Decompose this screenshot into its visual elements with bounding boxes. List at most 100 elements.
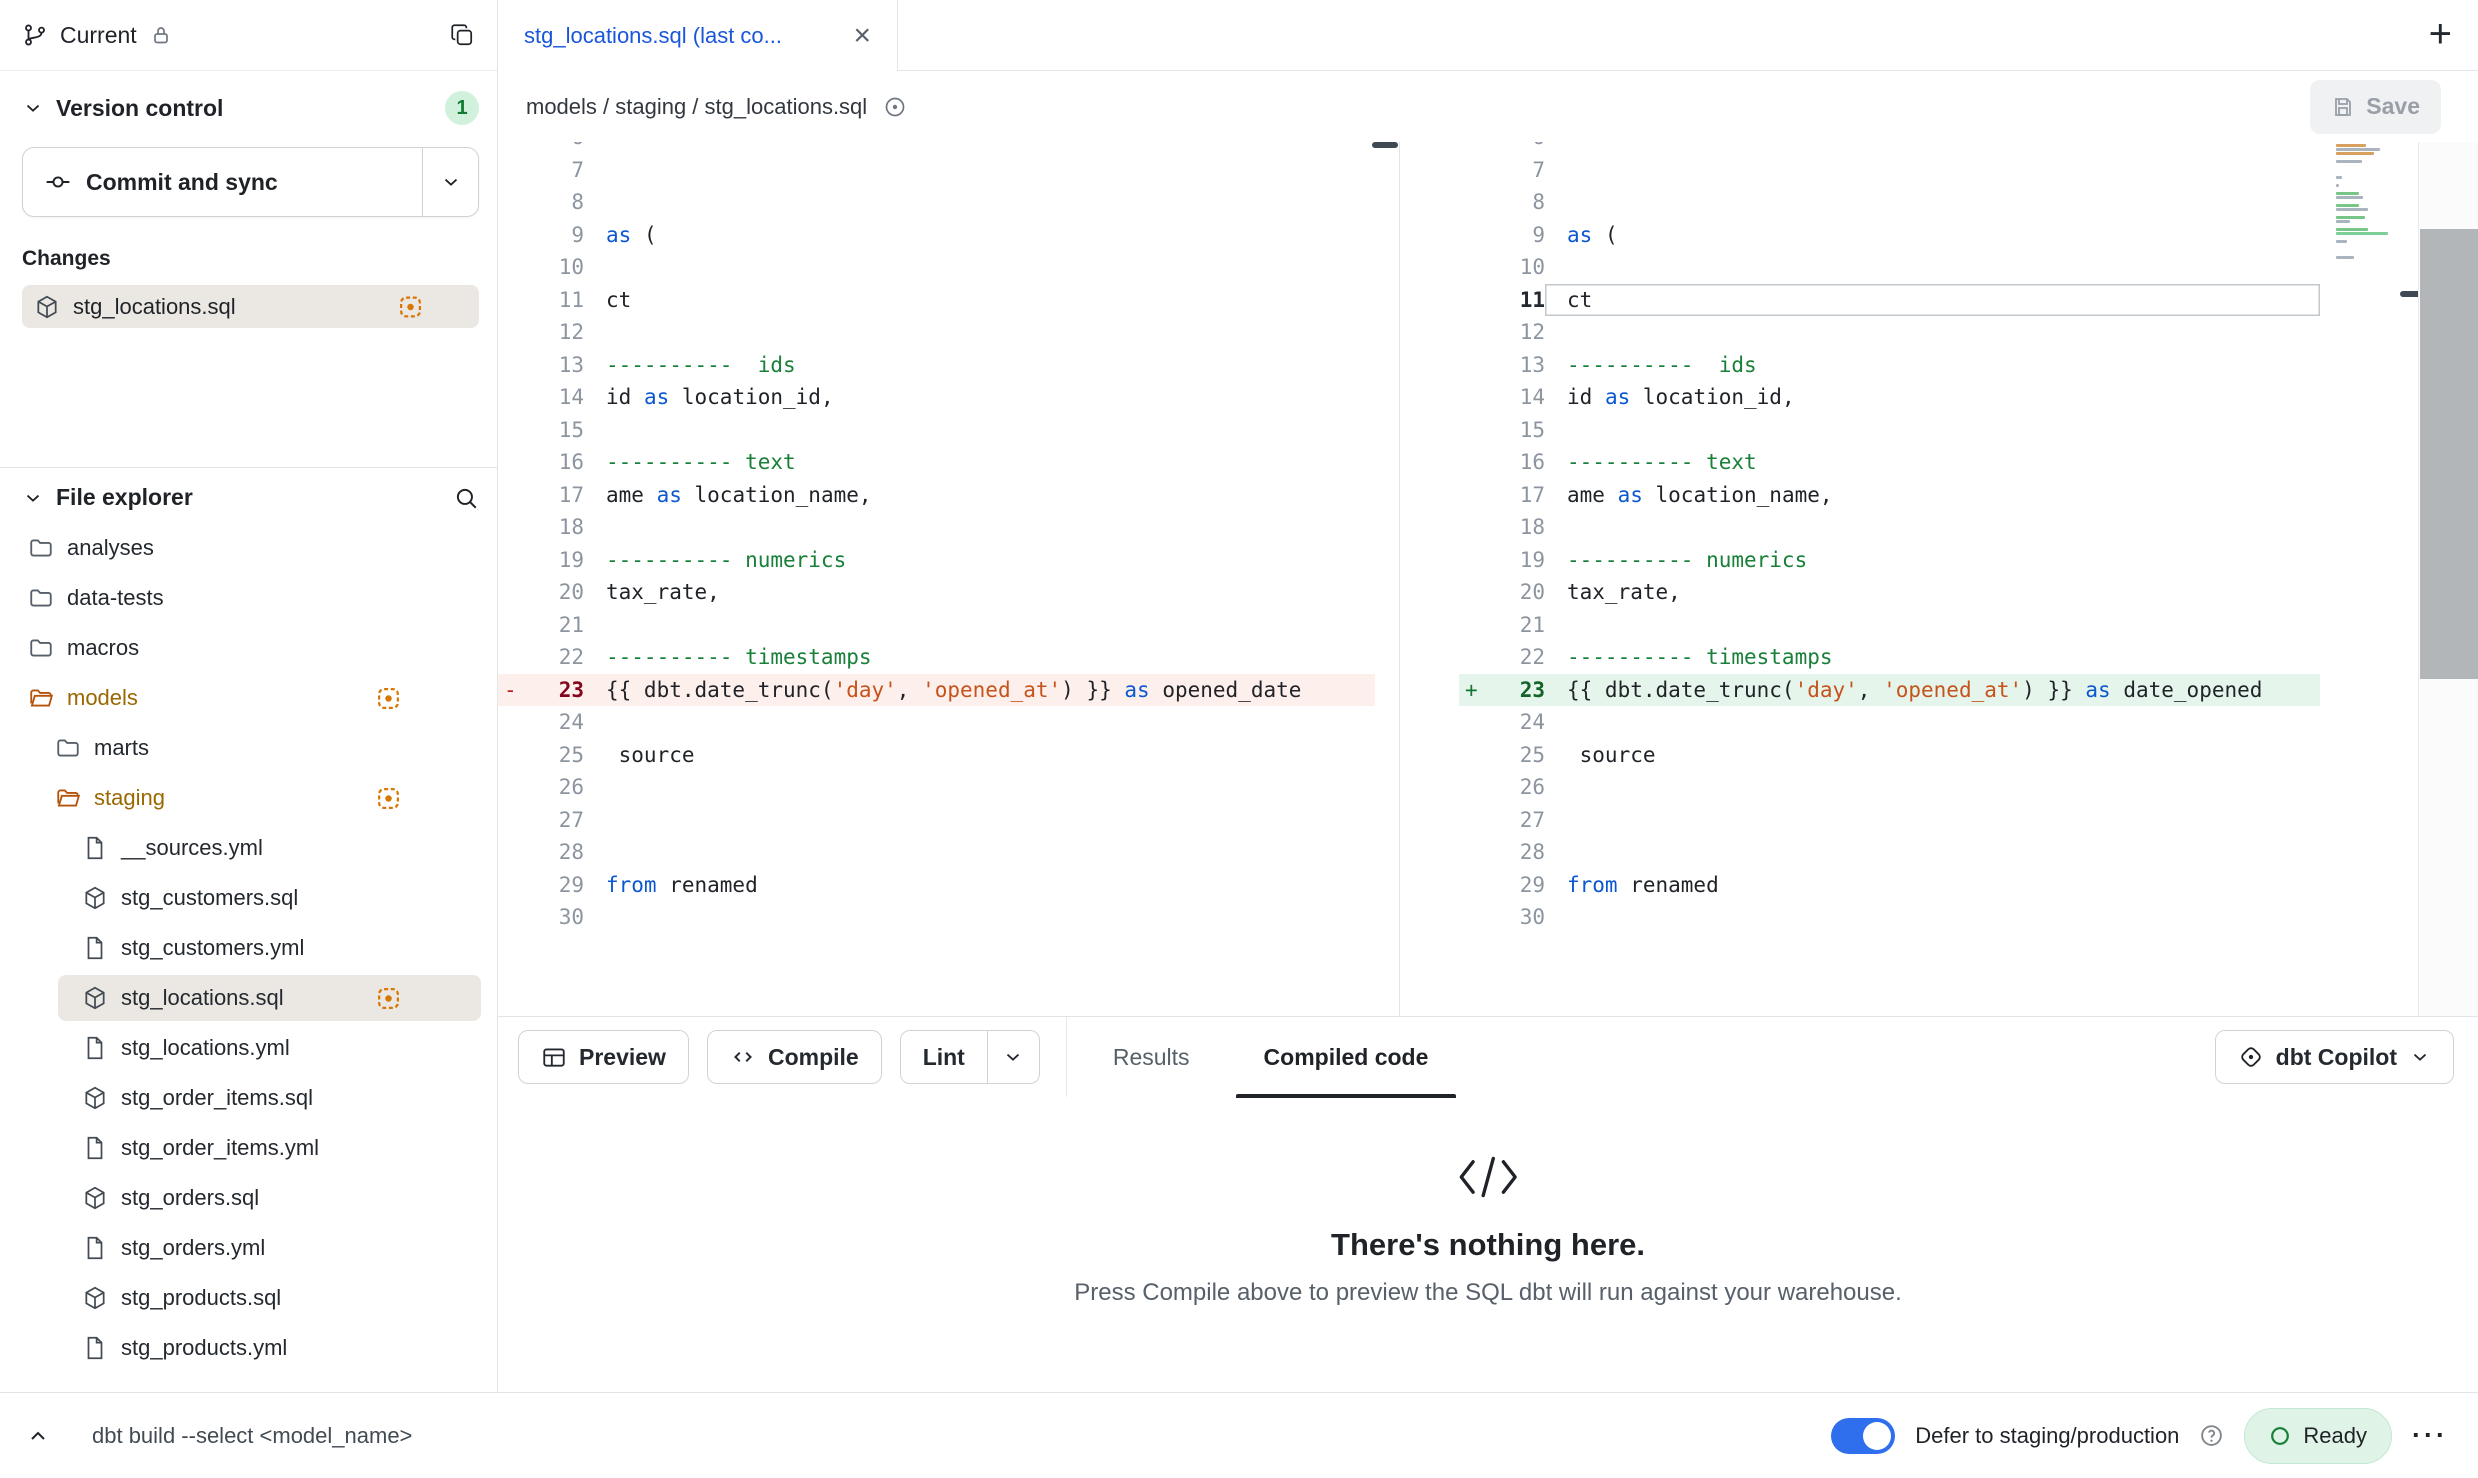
line-number: 14	[524, 385, 584, 409]
tree-item-label: stg_products.sql	[121, 1285, 281, 1311]
modified-code-lines: 6789as (1011ct1213---------- ids14id as …	[1399, 142, 2320, 934]
pane-resize-handle[interactable]	[1372, 142, 1398, 148]
tab-compiled-code[interactable]: Compiled code	[1236, 1017, 1457, 1098]
new-tab-button[interactable]: +	[2429, 10, 2452, 58]
lint-label: Lint	[923, 1044, 965, 1071]
code-line-15: 15	[1459, 414, 2320, 447]
command-input[interactable]: dbt build --select <model_name>	[92, 1423, 412, 1449]
line-number: 10	[1485, 255, 1545, 279]
code-line-11: 11ct	[498, 284, 1375, 317]
empty-state: There's nothing here. Press Compile abov…	[1074, 1153, 1902, 1307]
close-icon[interactable]: ×	[853, 21, 871, 51]
code-line-19: 19---------- numerics	[498, 544, 1375, 577]
tree-item-data-tests[interactable]: data-tests	[0, 573, 497, 623]
code-line-14: 14id as location_id,	[1459, 381, 2320, 414]
help-icon[interactable]	[2199, 1423, 2224, 1448]
diff-pane-modified[interactable]: 6789as (1011ct1213---------- ids14id as …	[1399, 142, 2320, 1016]
minimap[interactable]	[2336, 144, 2394, 264]
tree-item-staging[interactable]: staging	[0, 773, 497, 823]
line-number: 21	[1485, 613, 1545, 637]
line-text: ---------- ids	[584, 349, 1375, 382]
tree-item-stg_order_items.yml[interactable]: stg_order_items.yml	[0, 1123, 497, 1173]
overflow-menu-icon[interactable]: ···	[2412, 1420, 2448, 1451]
line-number: 22	[1485, 645, 1545, 669]
search-icon[interactable]	[453, 485, 479, 511]
line-text: source	[584, 739, 1375, 772]
tree-item-stg_products.yml[interactable]: stg_products.yml	[0, 1323, 497, 1373]
line-number: 22	[524, 645, 584, 669]
tree-item-marts[interactable]: marts	[0, 723, 497, 773]
code-line-17: 17ame as location_name,	[1459, 479, 2320, 512]
save-button[interactable]: Save	[2310, 80, 2441, 134]
line-text	[584, 511, 1375, 544]
file-explorer-header[interactable]: File explorer	[0, 484, 497, 511]
tab-stg-locations[interactable]: stg_locations.sql (last co... ×	[498, 0, 898, 71]
ready-status-badge[interactable]: Ready	[2244, 1408, 2392, 1464]
version-control-header[interactable]: Version control 1	[22, 91, 479, 125]
code-line-25: 25 source	[498, 739, 1375, 772]
branch-selector[interactable]: Current	[22, 22, 173, 49]
code-line-7: 7	[1459, 154, 2320, 187]
line-text: id as location_id,	[1545, 381, 2320, 414]
lint-options-caret[interactable]	[988, 1030, 1040, 1084]
tree-item-stg_customers.yml[interactable]: stg_customers.yml	[0, 923, 497, 973]
compile-button[interactable]: Compile	[707, 1030, 882, 1084]
tree-item-__sources.yml[interactable]: __sources.yml	[0, 823, 497, 873]
tree-item-stg_orders.sql[interactable]: stg_orders.sql	[0, 1173, 497, 1223]
chevron-up-icon[interactable]	[26, 1424, 50, 1448]
empty-state-subtitle: Press Compile above to preview the SQL d…	[1074, 1279, 1902, 1307]
code-line-8: 8	[1459, 186, 2320, 219]
line-number: 25	[524, 743, 584, 767]
code-line-12: 12	[1459, 316, 2320, 349]
line-text: {{ dbt.date_trunc('day', 'opened_at') }}…	[584, 674, 1375, 707]
defer-toggle[interactable]	[1831, 1418, 1895, 1454]
commit-and-sync-main[interactable]: Commit and sync	[23, 148, 422, 216]
code-line-27: 27	[498, 804, 1375, 837]
commit-options-caret[interactable]	[422, 148, 478, 216]
line-number: 26	[1485, 775, 1545, 799]
diff-pane-original[interactable]: 6789as (1011ct1213---------- ids14id as …	[498, 142, 1375, 1016]
line-number: 28	[1485, 840, 1545, 864]
empty-state-title: There's nothing here.	[1074, 1227, 1902, 1263]
original-code-lines: 6789as (1011ct1213---------- ids14id as …	[498, 142, 1375, 934]
lint-button[interactable]: Lint	[900, 1030, 988, 1084]
scrollbar-thumb[interactable]	[2420, 229, 2478, 679]
tree-item-models[interactable]: models	[0, 673, 497, 723]
tree-item-stg_orders.yml[interactable]: stg_orders.yml	[0, 1223, 497, 1273]
code-line-22: 22---------- timestamps	[498, 641, 1375, 674]
line-number: 9	[524, 223, 584, 247]
preview-label: Preview	[579, 1044, 666, 1071]
code-line-11: 11ct	[1459, 284, 2320, 317]
editor-toolbar: Preview Compile Lint	[498, 1016, 2478, 1097]
line-text: as (	[1545, 219, 2320, 252]
tab-results[interactable]: Results	[1085, 1017, 1218, 1098]
line-text	[1545, 316, 2320, 349]
defer-label: Defer to staging/production	[1915, 1423, 2179, 1449]
code-line-30: 30	[498, 901, 1375, 934]
dbt-ide-app: Current Version control 1	[0, 0, 2478, 1478]
tree-item-analyses[interactable]: analyses	[0, 523, 497, 573]
copy-branch-icon[interactable]	[449, 22, 475, 48]
tree-item-stg_order_items.sql[interactable]: stg_order_items.sql	[0, 1073, 497, 1123]
tree-item-stg_locations.sql[interactable]: stg_locations.sql	[0, 973, 497, 1023]
tree-item-stg_products.sql[interactable]: stg_products.sql	[0, 1273, 497, 1323]
code-line-10: 10	[1459, 251, 2320, 284]
model-icon	[82, 885, 108, 911]
changed-file-name: stg_locations.sql	[73, 294, 236, 320]
line-number: 25	[1485, 743, 1545, 767]
line-number: 13	[524, 353, 584, 377]
line-number: 6	[524, 142, 584, 149]
code-line-12: 12	[498, 316, 1375, 349]
changed-file-row[interactable]: stg_locations.sql	[22, 285, 479, 328]
tree-item-stg_customers.sql[interactable]: stg_customers.sql	[0, 873, 497, 923]
line-text: ---------- timestamps	[1545, 641, 2320, 674]
tree-item-macros[interactable]: macros	[0, 623, 497, 673]
code-line-7: 7	[498, 154, 1375, 187]
preview-button[interactable]: Preview	[518, 1030, 689, 1084]
code-line-27: 27	[1459, 804, 2320, 837]
content-area: Current Version control 1	[0, 0, 2478, 1392]
tree-item-stg_locations.yml[interactable]: stg_locations.yml	[0, 1023, 497, 1073]
line-number: 21	[524, 613, 584, 637]
file-meta-icon[interactable]	[883, 95, 907, 119]
dbt-copilot-button[interactable]: dbt Copilot	[2215, 1030, 2454, 1084]
